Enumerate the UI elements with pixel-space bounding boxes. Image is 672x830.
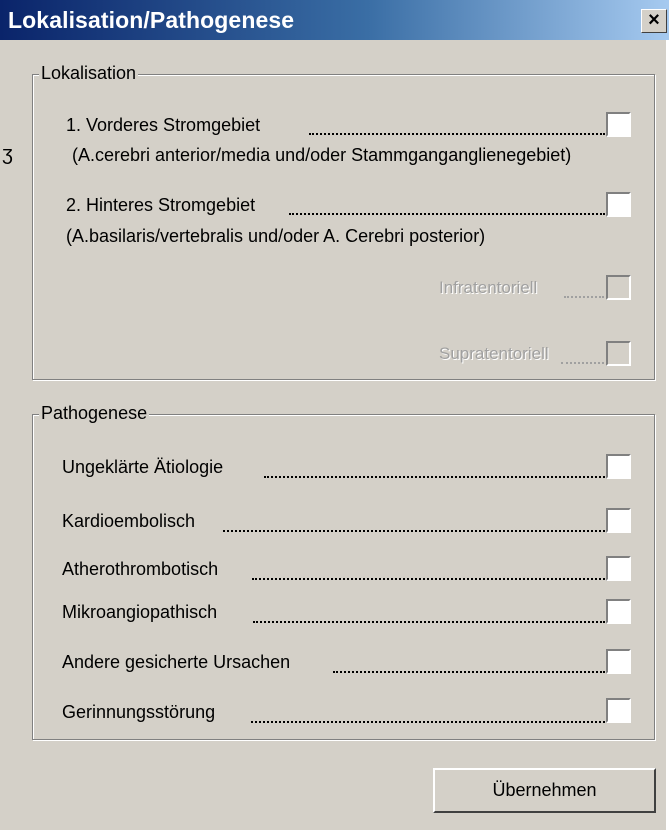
atherothrombotisch-checkbox[interactable] (606, 556, 631, 581)
atherothrombotisch-label: Atherothrombotisch (62, 559, 219, 579)
kardioembolisch-checkbox[interactable] (606, 508, 631, 533)
ungeklaerte-aetiologie-checkbox[interactable] (606, 454, 631, 479)
cursor-icon: ʒ (2, 143, 13, 165)
vorderes-stromgebiet-sub: (A.cerebri anterior/media und/oder Stamm… (72, 145, 572, 165)
dot-leader (253, 619, 605, 623)
dot-leader (309, 131, 605, 135)
vorderes-stromgebiet-label: 1. Vorderes Stromgebiet (66, 115, 261, 135)
hinteres-stromgebiet-label: 2. Hinteres Stromgebiet (66, 195, 256, 215)
lokalisation-legend: Lokalisation (39, 63, 139, 84)
dot-leader (561, 360, 604, 364)
vorderes-stromgebiet-checkbox[interactable] (606, 112, 631, 137)
mikroangiopathisch-label: Mikroangiopathisch (62, 602, 218, 622)
dot-leader (252, 576, 605, 580)
dot-leader (333, 669, 605, 673)
ungeklaerte-aetiologie-label: Ungeklärte Ätiologie (62, 457, 224, 477)
dot-leader (264, 474, 605, 478)
supratentoriell-checkbox[interactable] (606, 341, 631, 366)
apply-button[interactable]: Übernehmen (433, 768, 656, 813)
supratentoriell-label: Supratentoriell (439, 344, 549, 363)
hinteres-stromgebiet-checkbox[interactable] (606, 192, 631, 217)
dot-leader (564, 294, 604, 298)
window-title: Lokalisation/Pathogenese (8, 7, 295, 33)
lokalisation-group: Lokalisation 1. Vorderes Stromgebiet (A.… (32, 63, 655, 380)
gerinnungsstoerung-checkbox[interactable] (606, 698, 631, 723)
pathogenese-legend: Pathogenese (39, 403, 150, 424)
dialog-window: Lokalisation/Pathogenese × ʒ Lokalisatio… (0, 0, 669, 830)
gerinnungsstoerung-label: Gerinnungsstörung (62, 702, 216, 722)
hinteres-stromgebiet-sub: (A.basilaris/vertebralis und/oder A. Cer… (66, 226, 486, 246)
infratentoriell-checkbox[interactable] (606, 275, 631, 300)
title-bar[interactable]: Lokalisation/Pathogenese × (0, 0, 669, 40)
dot-leader (223, 528, 605, 532)
mikroangiopathisch-checkbox[interactable] (606, 599, 631, 624)
andere-ursachen-label: Andere gesicherte Ursachen (62, 652, 291, 672)
andere-ursachen-checkbox[interactable] (606, 649, 631, 674)
pathogenese-group: Pathogenese Ungeklärte Ätiologie Kardioe… (32, 403, 655, 740)
dot-leader (251, 719, 605, 723)
dot-leader (289, 211, 605, 215)
close-button[interactable]: × (641, 9, 667, 33)
kardioembolisch-label: Kardioembolisch (62, 511, 196, 531)
infratentoriell-label: Infratentoriell (439, 278, 538, 297)
